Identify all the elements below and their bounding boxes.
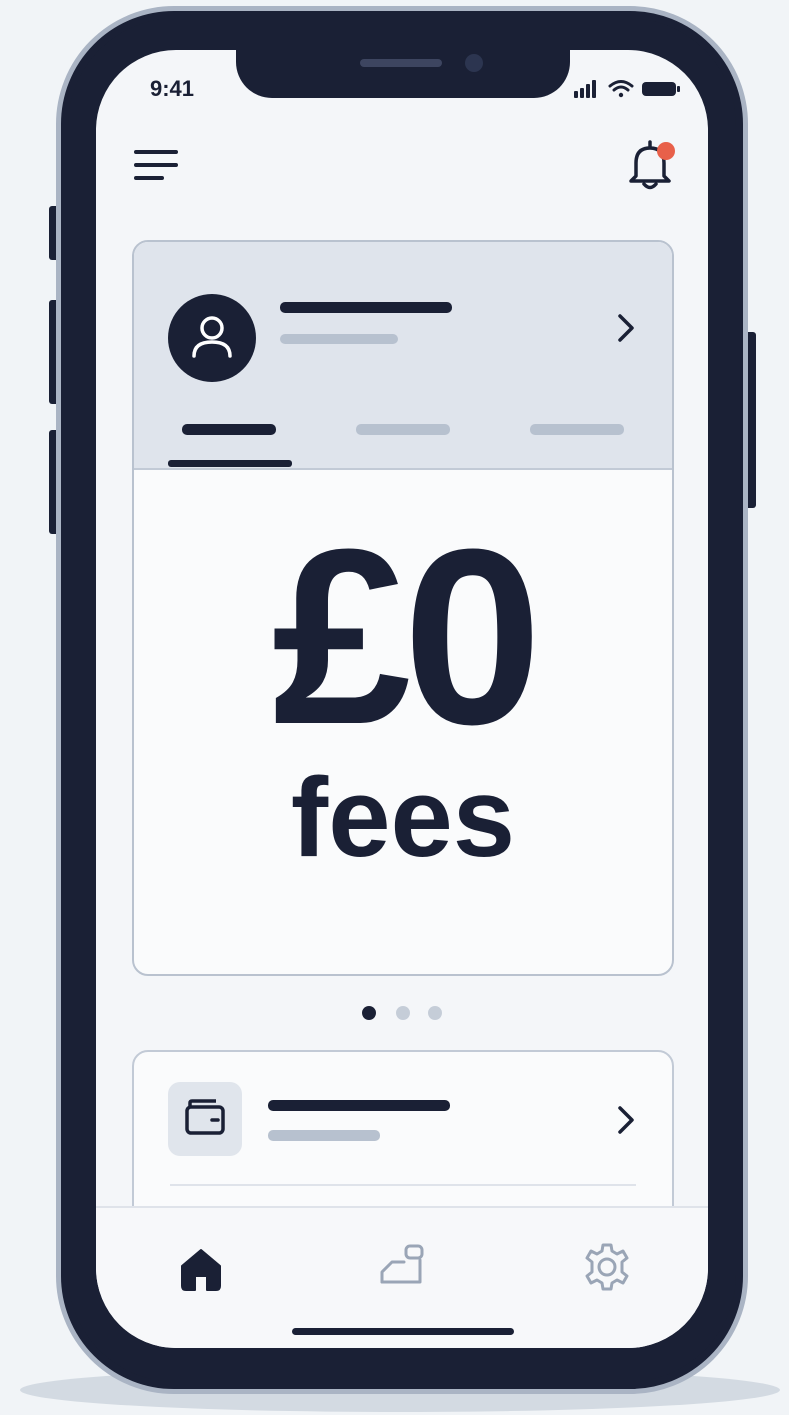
status-time: 9:41 [150, 76, 195, 101]
carousel-dot[interactable] [428, 1006, 442, 1020]
speaker-grille [360, 59, 442, 67]
hamburger-menu-icon[interactable] [132, 146, 180, 186]
fee-caption: fees [290, 755, 516, 880]
wifi-icon [608, 80, 634, 98]
bottom-navigation [96, 1206, 708, 1348]
phone-screen: 9:41 £0 fees [96, 50, 708, 1348]
notification-bell-button[interactable] [624, 138, 678, 194]
chevron-right-icon[interactable] [614, 1102, 638, 1138]
gear-icon[interactable] [580, 1240, 634, 1294]
tab-3[interactable] [530, 424, 624, 435]
transfer-icon[interactable] [376, 1238, 430, 1292]
active-tab-indicator [168, 460, 292, 467]
wallet-title-placeholder [268, 1100, 450, 1111]
front-camera [465, 54, 483, 72]
notification-badge [657, 142, 675, 160]
list-divider [170, 1184, 636, 1186]
notch [236, 50, 570, 98]
hero-card-header [134, 242, 672, 470]
tab-active[interactable] [182, 424, 276, 435]
wallet-detail-placeholder [268, 1130, 380, 1141]
wallet-icon [185, 1099, 225, 1135]
user-icon [192, 316, 232, 358]
status-icons [574, 78, 684, 105]
tab-2[interactable] [356, 424, 450, 435]
fee-amount: £0 [271, 497, 542, 776]
battery-icon [642, 82, 680, 96]
carousel-dot[interactable] [396, 1006, 410, 1020]
account-detail-placeholder [280, 334, 398, 344]
home-indicator[interactable] [292, 1328, 514, 1335]
wallet-icon-tile [168, 1082, 242, 1156]
chevron-right-icon[interactable] [614, 310, 638, 346]
home-icon[interactable] [176, 1244, 226, 1294]
account-name-placeholder [280, 302, 452, 313]
hero-card[interactable]: £0 fees [132, 240, 674, 976]
user-avatar[interactable] [168, 294, 256, 382]
signal-icon [574, 80, 596, 98]
carousel-dot-active[interactable] [362, 1006, 376, 1020]
